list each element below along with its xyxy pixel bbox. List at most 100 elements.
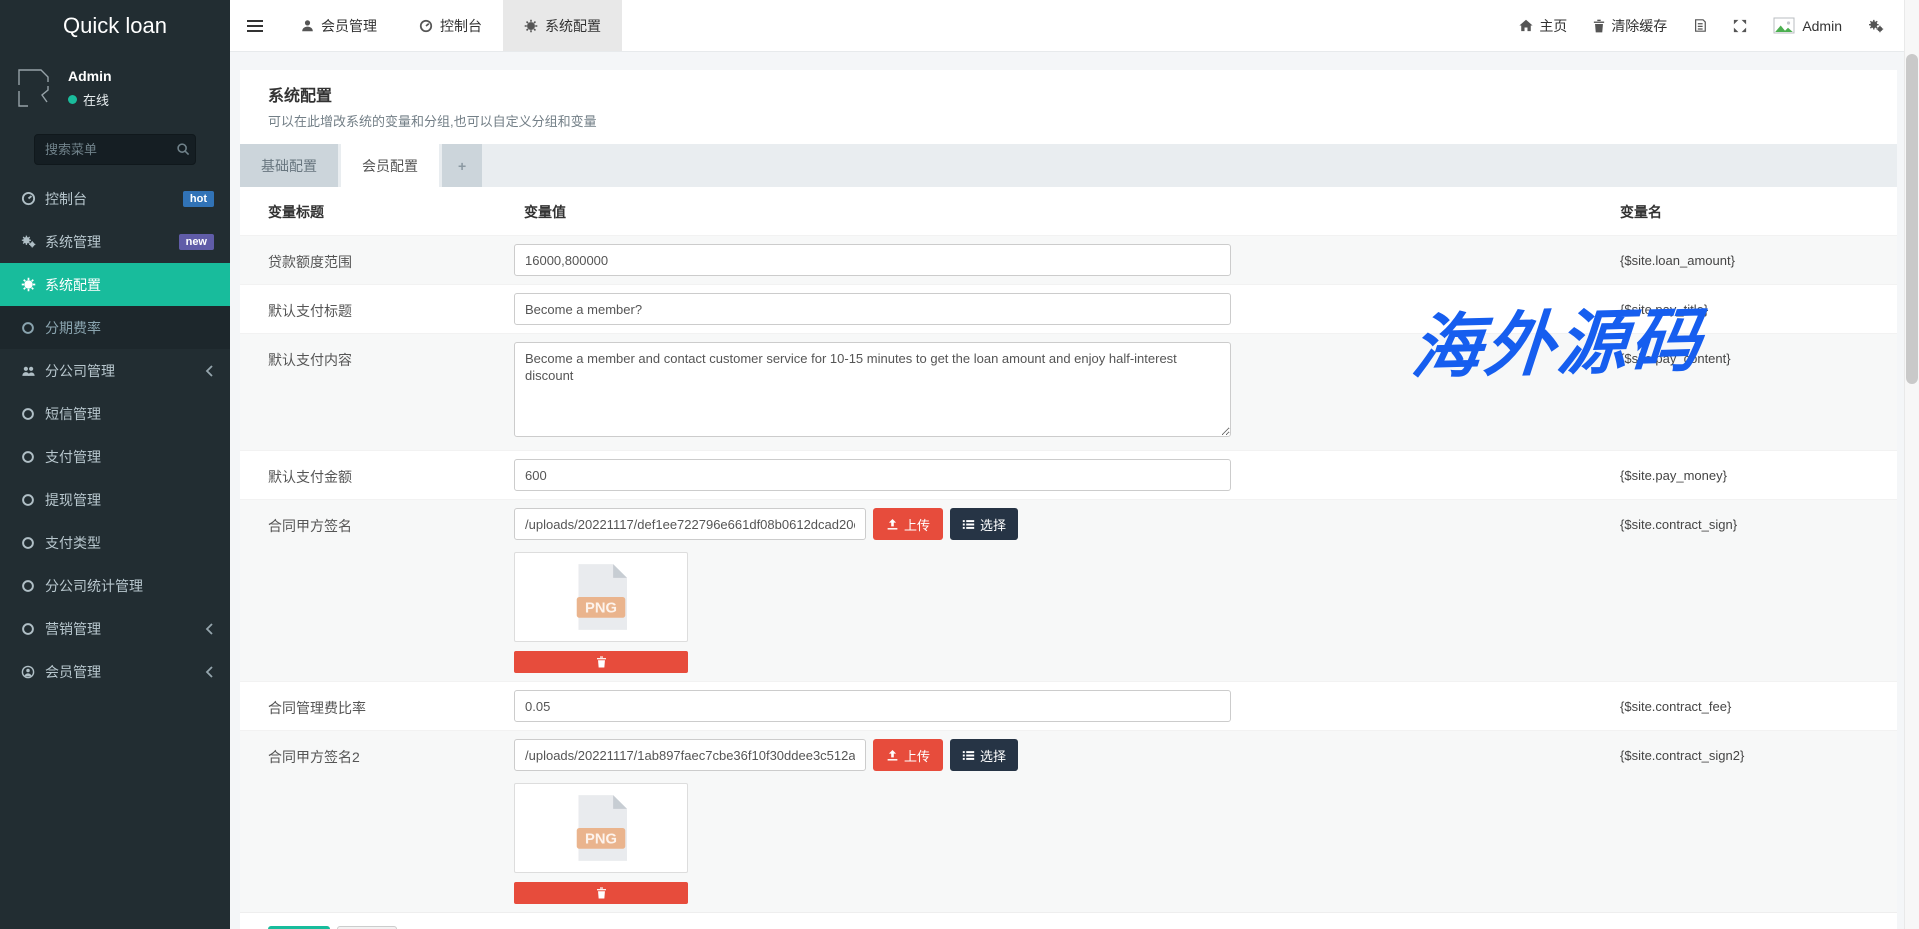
- sidebar-item-system-manage[interactable]: 系统管理 new: [0, 220, 230, 263]
- sidebar-item-installment-rate[interactable]: 分期费率: [0, 306, 230, 349]
- user-icon: [21, 665, 36, 679]
- tab-basic-config[interactable]: 基础配置: [240, 144, 338, 187]
- config-tabs: 基础配置 会员配置 +: [240, 144, 1897, 187]
- dashboard-icon: [21, 191, 36, 206]
- sidebar-item-system-config[interactable]: 系统配置: [0, 263, 230, 306]
- file-preview[interactable]: PNG: [514, 552, 688, 642]
- sidebar-toggle-button[interactable]: [230, 0, 280, 51]
- contract-fee-input[interactable]: [514, 690, 1231, 722]
- sidebar-item-branch-stats[interactable]: 分公司统计管理: [0, 564, 230, 607]
- circle-icon: [21, 321, 36, 335]
- pay-content-textarea[interactable]: Become a member and contact customer ser…: [514, 342, 1231, 437]
- trash-icon: [1593, 19, 1605, 33]
- circle-icon: [21, 407, 36, 421]
- delete-file-button[interactable]: [514, 882, 688, 904]
- gears-icon: [1868, 19, 1884, 33]
- hot-badge: hot: [183, 191, 214, 207]
- gear-icon: [21, 277, 36, 292]
- expand-icon: [1733, 19, 1747, 33]
- sidebar-item-sms-manage[interactable]: 短信管理: [0, 392, 230, 435]
- chevron-left-icon: [205, 623, 214, 635]
- page-subtitle: 可以在此增改系统的变量和分组,也可以自定义分组和变量: [268, 113, 1869, 131]
- users-icon: [21, 364, 36, 378]
- search-icon[interactable]: [176, 142, 190, 156]
- home-link[interactable]: 主页: [1506, 0, 1580, 51]
- table-row: 合同甲方签名 上传 选择 PNG: [240, 499, 1897, 681]
- topnav-tab-member-manage[interactable]: 会员管理: [280, 0, 398, 51]
- sidebar: Quick loan Admin 在线 控制台 hot 系统管理 n: [0, 0, 230, 929]
- contract-sign-input[interactable]: [514, 508, 866, 540]
- upload-button[interactable]: 上传: [873, 508, 943, 540]
- tab-member-config[interactable]: 会员配置: [341, 144, 439, 187]
- topnav-tab-system-config[interactable]: 系统配置: [503, 0, 622, 51]
- dashboard-icon: [419, 19, 433, 33]
- pay-title-input[interactable]: [514, 293, 1231, 325]
- fullscreen-toggle[interactable]: [1720, 0, 1760, 51]
- page-title: 系统配置: [268, 87, 1869, 107]
- sidebar-menu: 控制台 hot 系统管理 new 系统配置 分期费率 分公司管理 短信管理 支付…: [0, 177, 230, 693]
- brand-title: Quick loan: [0, 0, 230, 52]
- sidebar-item-withdraw-manage[interactable]: 提现管理: [0, 478, 230, 521]
- docs-link[interactable]: [1680, 0, 1720, 51]
- table-row: 默认支付金额 {$site.pay_money}: [240, 450, 1897, 499]
- add-tab-button[interactable]: +: [442, 144, 482, 187]
- form-footer: 确定 重置: [240, 912, 1897, 929]
- svg-text:PNG: PNG: [585, 601, 617, 617]
- clear-cache-link[interactable]: 清除缓存: [1580, 0, 1680, 51]
- circle-icon: [21, 622, 36, 636]
- user-status: 在线: [83, 90, 109, 109]
- sidebar-item-pay-type[interactable]: 支付类型: [0, 521, 230, 564]
- avatar: [12, 62, 58, 114]
- search-input[interactable]: [34, 134, 196, 165]
- contract-sign2-input[interactable]: [514, 739, 866, 771]
- upload-icon: [886, 749, 899, 762]
- table-row: 默认支付内容 Become a member and contact custo…: [240, 333, 1897, 450]
- circle-icon: [21, 536, 36, 550]
- page-scrollbar[interactable]: [1904, 0, 1919, 929]
- loan-amount-input[interactable]: [514, 244, 1231, 276]
- sidebar-item-branch-manage[interactable]: 分公司管理: [0, 349, 230, 392]
- home-icon: [1519, 19, 1533, 32]
- scrollbar-thumb[interactable]: [1906, 54, 1918, 384]
- chevron-left-icon: [205, 666, 214, 678]
- table-row: 默认支付标题 {$site.pay_title}: [240, 284, 1897, 333]
- trash-icon: [596, 887, 607, 899]
- sidebar-item-console[interactable]: 控制台 hot: [0, 177, 230, 220]
- file-preview[interactable]: PNG: [514, 783, 688, 873]
- choose-button[interactable]: 选择: [950, 508, 1018, 540]
- upload-button[interactable]: 上传: [873, 739, 943, 771]
- circle-icon: [21, 579, 36, 593]
- upload-icon: [886, 518, 899, 531]
- choose-button[interactable]: 选择: [950, 739, 1018, 771]
- list-icon: [962, 518, 975, 531]
- circle-icon: [21, 493, 36, 507]
- col-header-name: 变量名: [1620, 202, 1869, 222]
- delete-file-button[interactable]: [514, 651, 688, 673]
- top-navbar: 会员管理 控制台 系统配置 主页 清除缓存 Admin: [230, 0, 1919, 52]
- sidebar-item-marketing-manage[interactable]: 营销管理: [0, 607, 230, 650]
- online-dot: [68, 95, 77, 104]
- new-badge: new: [179, 234, 214, 250]
- gear-icon: [524, 19, 538, 33]
- circle-icon: [21, 450, 36, 464]
- user-name: Admin: [68, 68, 112, 84]
- content-panel: 系统配置 可以在此增改系统的变量和分组,也可以自定义分组和变量 基础配置 会员配…: [240, 70, 1897, 929]
- gears-icon: [21, 234, 36, 249]
- pay-money-input[interactable]: [514, 459, 1231, 491]
- sidebar-item-member-manage[interactable]: 会员管理: [0, 650, 230, 693]
- topnav-tab-console[interactable]: 控制台: [398, 0, 503, 51]
- table-header: 变量标题 变量值 变量名: [240, 187, 1897, 235]
- chevron-left-icon: [205, 365, 214, 377]
- document-icon: [1693, 18, 1707, 33]
- user-icon: [301, 19, 314, 32]
- trash-icon: [596, 656, 607, 668]
- list-icon: [962, 749, 975, 762]
- png-file-icon: PNG: [575, 564, 627, 630]
- table-row: 贷款额度范围 {$site.loan_amount}: [240, 235, 1897, 284]
- avatar: [1773, 16, 1802, 35]
- admin-menu[interactable]: Admin: [1760, 0, 1855, 51]
- user-panel: Admin 在线: [0, 52, 230, 126]
- svg-text:PNG: PNG: [585, 832, 617, 848]
- sidebar-item-pay-manage[interactable]: 支付管理: [0, 435, 230, 478]
- settings-menu[interactable]: [1855, 0, 1897, 51]
